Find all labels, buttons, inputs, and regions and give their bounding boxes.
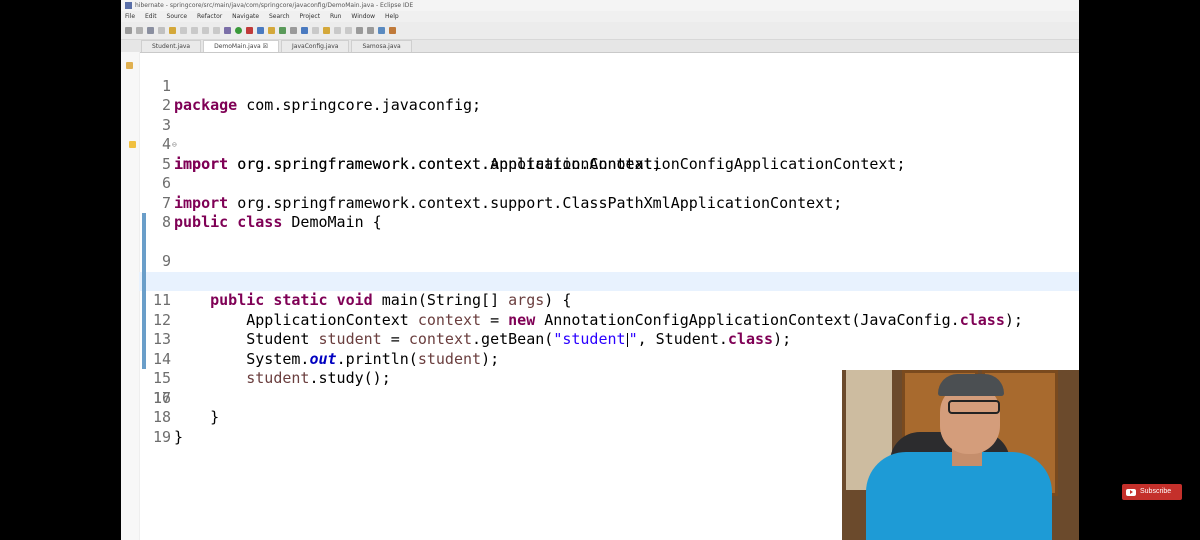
code-line-2: 2 [139, 77, 1079, 114]
menu-bar: File Edit Source Refactor Navigate Searc… [121, 11, 1079, 22]
search-icon[interactable] [301, 27, 308, 34]
code-line-6: 6 [139, 155, 1079, 192]
tab-demomain-java[interactable]: DemoMain.java ☒ [203, 40, 280, 52]
window-title: hibernate - springcore/src/main/java/com… [135, 2, 414, 9]
menu-window[interactable]: Window [351, 13, 375, 20]
new-icon[interactable] [125, 27, 132, 34]
code-line-3: 3 ⊖ import org.springframework.context.A… [139, 96, 1079, 173]
back-icon[interactable] [356, 27, 363, 34]
eclipse-icon [125, 2, 132, 9]
code-line-4: 4 import org.springframework.context.ann… [139, 116, 1079, 173]
menu-edit[interactable]: Edit [145, 13, 157, 20]
annotation-icon[interactable] [312, 27, 319, 34]
menu-run[interactable]: Run [330, 13, 342, 20]
step-return-icon[interactable] [213, 27, 220, 34]
presenter-cap [938, 374, 1004, 396]
forward-icon[interactable] [367, 27, 374, 34]
code-line-1: 1 package com.springcore.javaconfig; [139, 57, 1079, 115]
change-marker [142, 291, 146, 311]
folder-icon[interactable] [169, 27, 176, 34]
webcam-overlay [842, 370, 1079, 540]
menu-navigate[interactable]: Navigate [232, 13, 259, 20]
open-type-icon[interactable] [290, 27, 297, 34]
code-line-11: 11 ApplicationContext context = new Anno… [139, 252, 1079, 329]
code-line-15: 15 [139, 330, 1079, 387]
prev-annotation-icon[interactable] [345, 27, 352, 34]
code-line-16: 16 } [139, 349, 1079, 426]
step-icon[interactable] [191, 27, 198, 34]
subscribe-button[interactable]: Subscribe [1122, 484, 1182, 500]
code-line-8: 8 [139, 194, 1079, 231]
toolbar [121, 22, 1079, 40]
code-line-12: 12 Student student = context.getBean("st… [139, 271, 1079, 348]
tab-javaconfig-java[interactable]: JavaConfig.java [281, 40, 350, 52]
menu-search[interactable]: Search [269, 13, 290, 20]
change-marker [142, 310, 146, 330]
warning-icon[interactable] [129, 141, 136, 148]
step-over-icon[interactable] [202, 27, 209, 34]
change-marker [142, 213, 146, 233]
presenter-glasses [948, 400, 1000, 414]
java-perspective-icon[interactable] [389, 27, 396, 34]
save-icon[interactable] [136, 27, 143, 34]
bookmark-icon [126, 62, 133, 69]
menu-source[interactable]: Source [167, 13, 188, 20]
change-marker [142, 252, 146, 272]
change-marker [142, 330, 146, 350]
save-all-icon[interactable] [147, 27, 154, 34]
title-bar: hibernate - springcore/src/main/java/com… [121, 0, 1079, 11]
tab-student-java[interactable]: Student.java [141, 40, 202, 52]
terminate-icon[interactable] [246, 27, 253, 34]
menu-refactor[interactable]: Refactor [197, 13, 222, 20]
code-line-14: 14 student.study(); [139, 310, 1079, 387]
debug-icon[interactable] [224, 27, 231, 34]
line-number: 19 [152, 427, 171, 446]
change-marker [142, 271, 146, 291]
pin-icon[interactable] [323, 27, 330, 34]
next-annotation-icon[interactable] [334, 27, 341, 34]
menu-help[interactable]: Help [385, 13, 399, 20]
subscribe-label: Subscribe [1140, 488, 1172, 495]
change-marker [142, 349, 146, 369]
change-marker [142, 232, 146, 252]
toggle-icon[interactable] [180, 27, 187, 34]
print-icon[interactable] [158, 27, 165, 34]
overview-ruler [121, 52, 140, 540]
code-line-5: 5 import org.springframework.context.sup… [129, 135, 1079, 212]
code-line-7: 7 public class DemoMain { [139, 174, 1079, 232]
code-line-9: 9 ⊖ public static void main(String[] arg… [139, 213, 1079, 309]
tab-samosa-java[interactable]: Samosa.java [351, 40, 412, 52]
run-icon[interactable] [235, 27, 242, 34]
new-class-icon[interactable] [279, 27, 286, 34]
code-line-13: 13 System.out.println(student); [139, 291, 1079, 368]
menu-project[interactable]: Project [300, 13, 321, 20]
menu-file[interactable]: File [125, 13, 135, 20]
code-line-10: 10 [139, 232, 1079, 290]
external-tools-icon[interactable] [257, 27, 264, 34]
perspective-icon[interactable] [378, 27, 385, 34]
new-package-icon[interactable] [268, 27, 275, 34]
youtube-icon [1126, 488, 1136, 496]
